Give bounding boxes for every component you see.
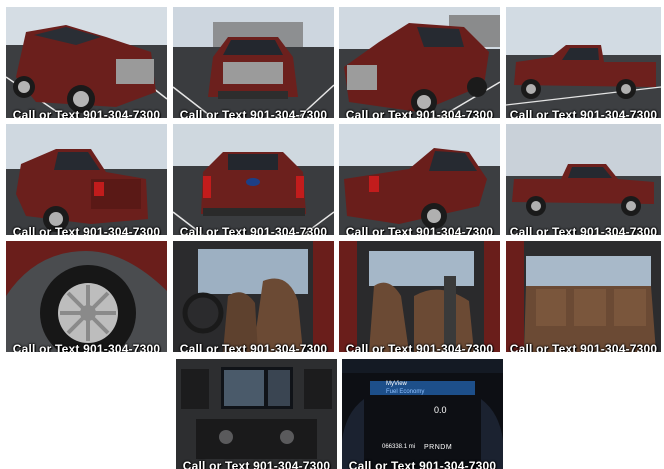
gallery-photo-6[interactable]: Call or Text 901-304-7300 [173, 124, 334, 235]
watermark-text: Call or Text 901-304-7300 [509, 225, 658, 235]
watermark-text: Call or Text 901-304-7300 [348, 459, 497, 469]
truck-front-quarter-passenger-image [339, 7, 500, 118]
gallery-photo-4[interactable]: Call or Text 901-304-7300 [506, 7, 661, 118]
watermark-text: Call or Text 901-304-7300 [345, 108, 494, 118]
gallery-photo-10[interactable]: Call or Text 901-304-7300 [173, 241, 334, 352]
interior-rear-door-image [339, 241, 500, 352]
watermark-text: Call or Text 901-304-7300 [12, 225, 161, 235]
cluster-odometer: 066338.1 mi [382, 444, 416, 450]
truck-side-driver-image [506, 7, 661, 118]
watermark-text: Call or Text 901-304-7300 [345, 225, 494, 235]
watermark-text: Call or Text 901-304-7300 [179, 225, 328, 235]
cluster-trip-value: 0.0 [434, 405, 447, 415]
cluster-menu-item: Fuel Economy [386, 389, 425, 395]
gallery-photo-13[interactable]: Call or Text 901-304-7300 [176, 359, 337, 469]
truck-front-image [173, 7, 334, 118]
truck-rear-quarter-passenger-image [339, 124, 500, 235]
gallery-photo-9[interactable]: Call or Text 901-304-7300 [6, 241, 167, 352]
truck-front-quarter-driver-image [6, 7, 167, 118]
watermark-text: Call or Text 901-304-7300 [179, 342, 328, 352]
front-seats-image [173, 241, 334, 352]
gallery-photo-14[interactable]: MyView Fuel Economy 0.0 066338.1 mi PRND… [342, 359, 503, 469]
wheel-closeup-image [6, 241, 167, 352]
rear-seats-image [506, 241, 661, 352]
gallery-photo-5[interactable]: Call or Text 901-304-7300 [6, 124, 167, 235]
cluster-gear-indicator: PRNDM [424, 444, 453, 451]
gallery-photo-8[interactable]: Call or Text 901-304-7300 [506, 124, 661, 235]
gallery-photo-7[interactable]: Call or Text 901-304-7300 [339, 124, 500, 235]
watermark-text: Call or Text 901-304-7300 [509, 342, 658, 352]
gallery-photo-1[interactable]: Call or Text 901-304-7300 [6, 7, 167, 118]
cluster-menu-title: MyView [386, 381, 407, 387]
watermark-text: Call or Text 901-304-7300 [12, 108, 161, 118]
truck-side-passenger-image [506, 124, 661, 235]
watermark-text: Call or Text 901-304-7300 [509, 108, 658, 118]
watermark-text: Call or Text 901-304-7300 [345, 342, 494, 352]
watermark-text: Call or Text 901-304-7300 [12, 342, 161, 352]
truck-rear-image [173, 124, 334, 235]
watermark-text: Call or Text 901-304-7300 [179, 108, 328, 118]
cluster-backdrop-graphic [342, 359, 503, 469]
instrument-cluster-image: MyView Fuel Economy 0.0 066338.1 mi PRND… [342, 359, 503, 469]
gallery-photo-2[interactable]: Call or Text 901-304-7300 [173, 7, 334, 118]
watermark-text: Call or Text 901-304-7300 [182, 459, 331, 469]
infotainment-screen-image [176, 359, 337, 469]
gallery-photo-3[interactable]: Call or Text 901-304-7300 [339, 7, 500, 118]
gallery-photo-12[interactable]: Call or Text 901-304-7300 [506, 241, 661, 352]
gallery-photo-11[interactable]: Call or Text 901-304-7300 [339, 241, 500, 352]
truck-rear-quarter-driver-image [6, 124, 167, 235]
